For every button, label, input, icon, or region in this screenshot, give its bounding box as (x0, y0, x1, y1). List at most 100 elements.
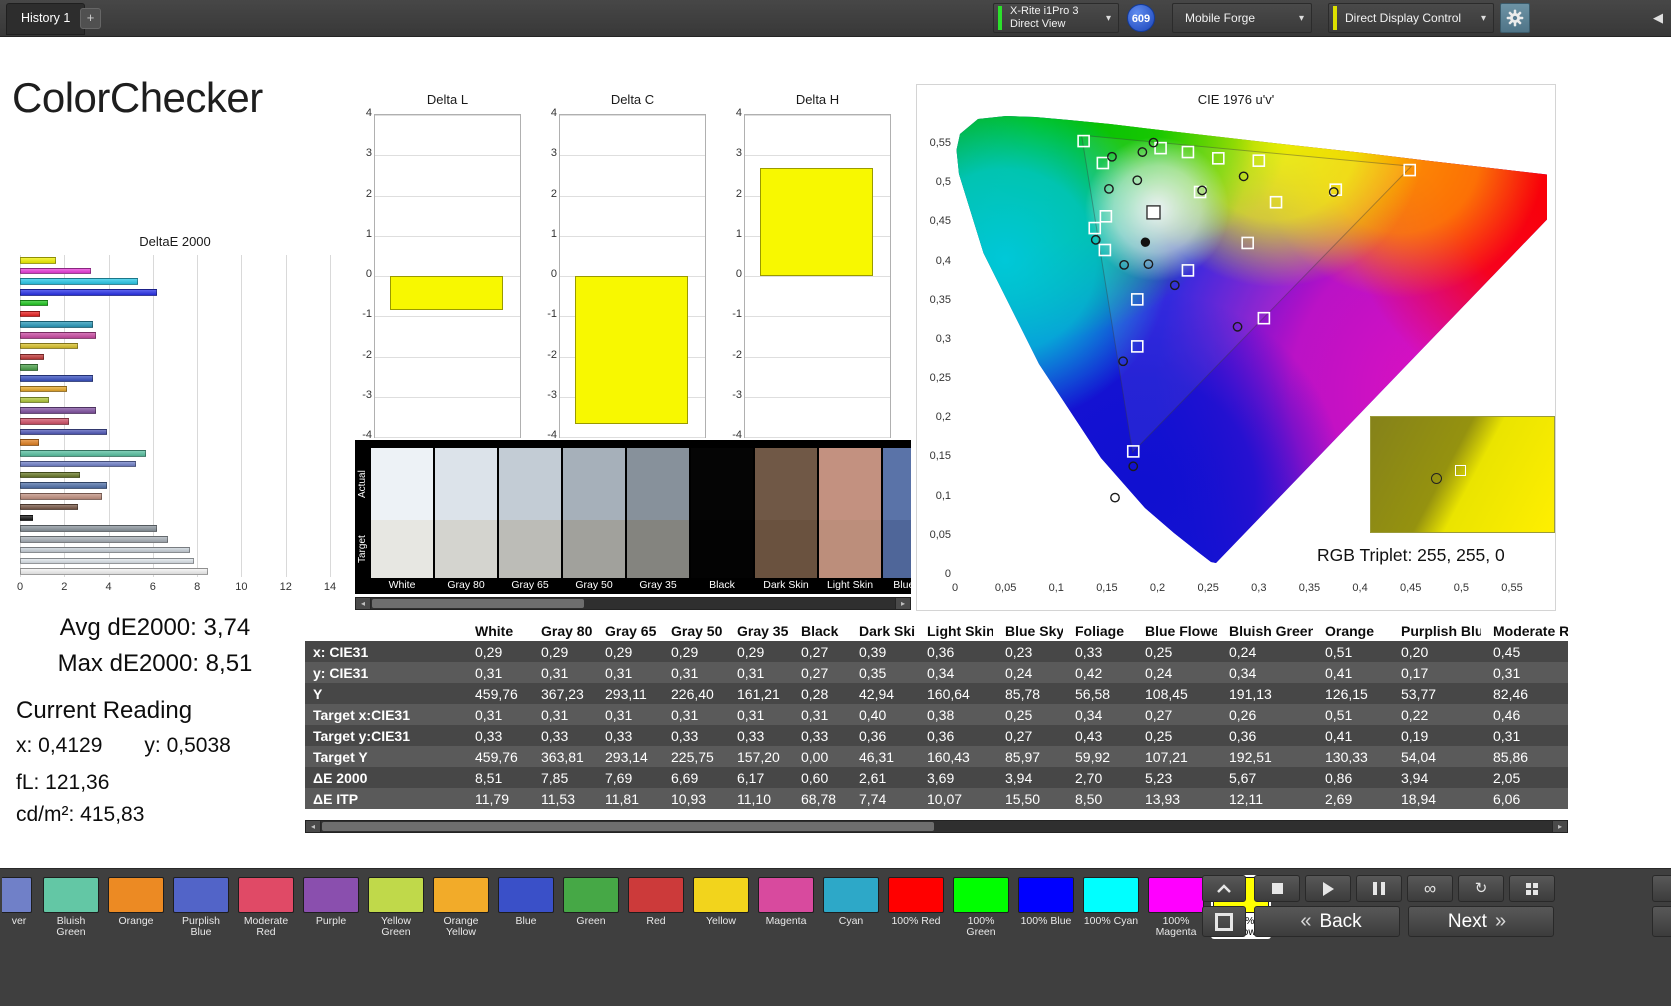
deltae-bar-bluish-green (20, 450, 146, 457)
table-cell: 0,27 (801, 643, 829, 660)
axis-tick-label: 3 (735, 147, 742, 160)
patch-button-100-green[interactable]: 100% Green (951, 875, 1011, 939)
deltae-bar-100-blue (20, 289, 158, 296)
back-button[interactable]: « Back (1254, 906, 1400, 937)
scroll-right-icon[interactable]: ▸ (1552, 821, 1567, 832)
clipped-edge-button[interactable] (1652, 906, 1671, 937)
table-cell: 293,14 (605, 748, 648, 765)
deltae-bar-purple (20, 407, 97, 414)
patch-button-orange[interactable]: Orange (106, 875, 166, 939)
next-button[interactable]: Next » (1408, 906, 1554, 937)
deltae-bar-100-cyan (20, 278, 139, 285)
patch-button-100-blue[interactable]: 100% Blue (1016, 875, 1076, 939)
scroll-left-icon[interactable]: ◂ (306, 821, 321, 832)
patch-button-moderate-red[interactable]: Moderate Red (236, 875, 296, 939)
table-cell: 8,50 (1075, 790, 1103, 807)
results-table-container: White Gray 80 Gray 65 Gray 50 Gray 35 Black Da… (305, 622, 1568, 820)
grid-icon (1526, 882, 1538, 895)
source-dropdown[interactable]: Mobile Forge ▾ (1172, 3, 1312, 33)
gridline (745, 437, 890, 438)
max-de2000-value: Max dE2000: 8,51 (57, 650, 253, 677)
patch-button-yellow[interactable]: Yellow (691, 875, 751, 939)
table-cell: 8,51 (475, 769, 503, 786)
chevron-down-icon: ▾ (1105, 12, 1111, 24)
tab-history-1[interactable]: History 1 (6, 3, 86, 35)
pattern-grid-button[interactable] (1509, 875, 1555, 902)
clipped-edge-button[interactable] (1652, 875, 1671, 902)
table-row: Y 459,76 367,23 293,11 226,40 161,21 0,28 42,94… (305, 683, 1568, 704)
scrollbar-thumb[interactable] (372, 599, 584, 608)
table-scrollbar[interactable]: ◂ ▸ (305, 820, 1568, 833)
chart-title: CIE 1976 u'v' (1197, 92, 1275, 107)
table-cell: 42,94 (859, 685, 895, 702)
axis-tick-label: -3 (732, 388, 742, 401)
swatch-gray-50: Gray 50 (563, 448, 625, 594)
deltae-bar-black (20, 514, 34, 522)
axis-tick-label: 10 (235, 581, 248, 593)
patch-button-yellow-green[interactable]: Yellow Green (366, 875, 426, 939)
swatch-strip-scrollbar[interactable]: ◂ ▸ (355, 597, 911, 610)
axis-tick-label: -1 (547, 308, 557, 321)
patch-button-green[interactable]: Green (561, 875, 621, 939)
table-cell: 0,41 (1325, 664, 1353, 681)
axis-tick-label: 6 (149, 581, 156, 593)
swatch-label: Black (709, 579, 735, 591)
swatch-white: White (371, 448, 433, 594)
patch-button-100-red[interactable]: 100% Red (886, 875, 946, 939)
refresh-button[interactable]: ↻ (1458, 875, 1504, 902)
column-header-foliage: Foliage (1063, 622, 1133, 641)
workflow-dropdown[interactable]: Direct Display Control ▾ (1328, 3, 1494, 33)
gridline (745, 316, 890, 318)
gridline (375, 235, 520, 237)
table-cell: 0,31 (671, 664, 699, 681)
pause-button[interactable] (1356, 875, 1402, 902)
loop-button[interactable]: ∞ (1407, 875, 1453, 902)
stop-button[interactable] (1254, 875, 1300, 902)
expand-up-button[interactable] (1202, 875, 1246, 902)
table-cell: 0,51 (1325, 643, 1353, 660)
gridline (330, 255, 331, 577)
deltae2000-chart: DeltaE 2000 0 2 4 6 8 10 12 14 (17, 234, 360, 593)
patch-button-bluish-green[interactable]: Bluish Green (41, 875, 101, 939)
patch-button-label: Moderate Red (243, 915, 289, 938)
meter-dropdown[interactable]: X-Rite i1Pro 3 Direct View ▾ (993, 3, 1119, 33)
patch-button-orange-yellow[interactable]: Orange Yellow (431, 875, 491, 939)
double-chevron-right-icon: » (1494, 910, 1507, 932)
swatch-label: Blue Sky (893, 579, 911, 591)
patch-button-label: Yellow (706, 915, 736, 927)
table-cell: 0,36 (927, 643, 955, 660)
patch-button-purple[interactable]: Purple (301, 875, 361, 939)
deltae-bar-cyan (20, 321, 94, 328)
swatch-black: Black (691, 448, 753, 594)
table-cell: 53,77 (1401, 685, 1437, 702)
patch-button-red[interactable]: Red (626, 875, 686, 939)
table-cell: 3,69 (927, 769, 955, 786)
deltae-bar-yellow-green (20, 396, 49, 404)
results-table: White Gray 80 Gray 65 Gray 50 Gray 35 Black Da… (305, 622, 1568, 809)
gear-icon (1506, 9, 1524, 27)
patch-button-blue[interactable]: Blue (496, 875, 556, 939)
delta-l-bar (390, 276, 503, 311)
scrollbar-thumb[interactable] (322, 822, 934, 831)
deltae-bar-100-green (20, 299, 48, 307)
column-header-blue-flower: Blue Flower (1133, 622, 1217, 641)
patch-button-purplish-blue[interactable]: Purplish Blue (171, 875, 231, 939)
window-mode-button[interactable] (1202, 906, 1246, 937)
play-button[interactable] (1305, 875, 1351, 902)
scroll-right-icon[interactable]: ▸ (895, 598, 910, 609)
collapse-panel-icon[interactable]: ◀ (1653, 10, 1663, 26)
patch-button-100-magenta[interactable]: 100% Magenta (1146, 875, 1206, 939)
scroll-left-icon[interactable]: ◂ (356, 598, 371, 609)
patch-color-swatch (173, 877, 229, 913)
patch-button-cyan[interactable]: Cyan (821, 875, 881, 939)
table-cell: 10,93 (671, 790, 707, 807)
add-tab-button[interactable]: + (80, 8, 101, 29)
settings-button[interactable] (1500, 3, 1530, 33)
refresh-icon: ↻ (1474, 880, 1488, 897)
patch-button-magenta[interactable]: Magenta (756, 875, 816, 939)
table-cell: 0,24 (1145, 664, 1173, 681)
table-cell: 13,93 (1145, 790, 1181, 807)
patch-button-ver[interactable]: ver (2, 875, 36, 939)
patch-button-100-cyan[interactable]: 100% Cyan (1081, 875, 1141, 939)
table-cell: 0,20 (1401, 643, 1429, 660)
